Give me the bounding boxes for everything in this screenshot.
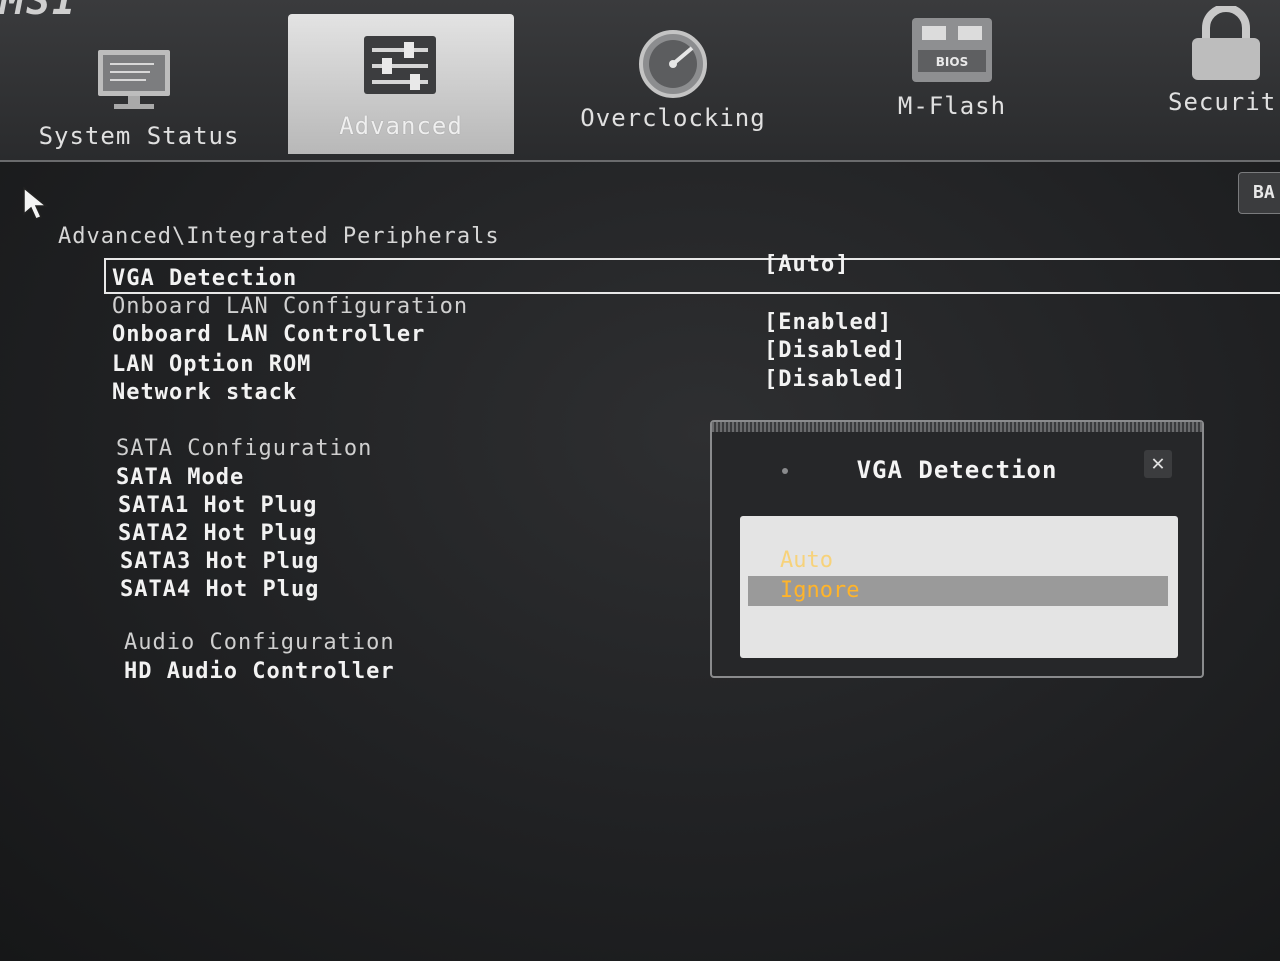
section-audio[interactable]: Audio Configuration — [124, 630, 395, 655]
setting-vga-detection[interactable]: VGA Detection — [112, 266, 297, 291]
bios-chip-label: BIOS — [936, 55, 968, 69]
close-icon[interactable]: ✕ — [1144, 450, 1172, 478]
setting-value[interactable]: [Enabled] — [764, 310, 892, 335]
monitor-icon — [94, 48, 174, 112]
setting-lan-option-rom[interactable]: LAN Option ROM — [112, 352, 311, 377]
bios-chip-icon: BIOS — [906, 14, 998, 84]
tab-security[interactable]: Securit — [1160, 6, 1280, 154]
tab-advanced[interactable]: Advanced — [288, 14, 514, 154]
tab-label: Overclocking — [580, 104, 766, 132]
option-ignore[interactable]: Ignore — [748, 576, 1168, 606]
setting-value[interactable]: [Disabled] — [764, 367, 906, 392]
setting-onboard-lan-controller[interactable]: Onboard LAN Controller — [112, 322, 425, 347]
setting-sata2-hot-plug[interactable]: SATA2 Hot Plug — [118, 521, 317, 546]
dialog-grip[interactable] — [712, 422, 1202, 432]
options-listbox: Auto Ignore — [740, 516, 1178, 658]
tab-label: M-Flash — [897, 92, 1007, 120]
setting-sata4-hot-plug[interactable]: SATA4 Hot Plug — [120, 577, 319, 602]
setting-sata1-hot-plug[interactable]: SATA1 Hot Plug — [118, 493, 317, 518]
back-button[interactable]: BA — [1238, 172, 1280, 214]
top-navigation-bar: MSI System Status Advanced Overclocking … — [0, 0, 1280, 162]
padlock-icon — [1186, 6, 1266, 82]
vga-detection-dialog: VGA Detection ✕ Auto Ignore — [710, 420, 1204, 678]
dialog-title: VGA Detection — [856, 456, 1058, 484]
option-auto[interactable]: Auto — [748, 546, 1168, 576]
tab-overclocking[interactable]: Overclocking — [560, 14, 786, 154]
tab-label: System Status — [38, 122, 240, 150]
breadcrumb: Advanced\Integrated Peripherals — [58, 224, 500, 249]
section-onboard-lan[interactable]: Onboard LAN Configuration — [112, 294, 468, 319]
tab-label: Securit — [1168, 88, 1277, 116]
setting-sata-mode[interactable]: SATA Mode — [116, 465, 244, 490]
setting-value[interactable]: [Auto] — [764, 252, 849, 277]
sliders-icon — [364, 36, 436, 94]
setting-network-stack[interactable]: Network stack — [112, 380, 297, 405]
setting-sata3-hot-plug[interactable]: SATA3 Hot Plug — [120, 549, 319, 574]
tab-system-status[interactable]: System Status — [24, 14, 254, 154]
tab-label: Advanced — [339, 112, 463, 140]
section-sata[interactable]: SATA Configuration — [116, 436, 372, 461]
tab-m-flash[interactable]: BIOS M-Flash — [840, 14, 1064, 154]
speedometer-icon — [632, 26, 714, 98]
setting-value[interactable]: [Disabled] — [764, 338, 906, 363]
setting-hd-audio-controller[interactable]: HD Audio Controller — [124, 659, 395, 684]
mouse-cursor-icon — [22, 186, 50, 226]
